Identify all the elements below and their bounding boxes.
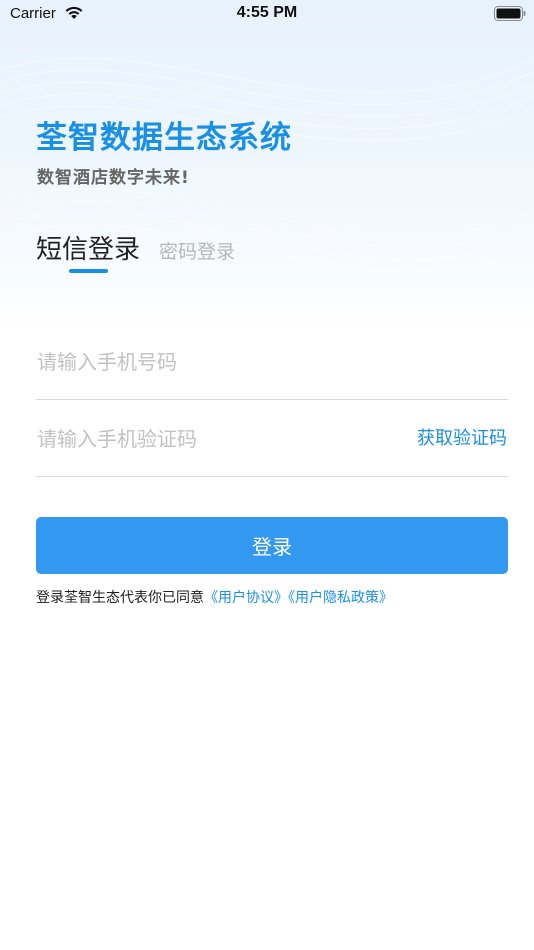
status-bar: Carrier 4:55 PM: [0, 0, 534, 30]
phone-input[interactable]: [36, 342, 510, 382]
agreement-prefix: 登录荃智生态代表你已同意: [36, 590, 204, 606]
battery-icon: [494, 6, 526, 21]
tab-sms-login[interactable]: 短信登录: [36, 232, 140, 268]
login-screen: Carrier 4:55 PM 荃智数据生态系统 数智酒店数字未来! 短信登录 …: [0, 0, 534, 950]
agreement-text: 登录荃智生态代表你已同意《用户协议》《用户隐私政策》: [36, 588, 393, 608]
get-code-button[interactable]: 获取验证码: [417, 427, 507, 451]
privacy-policy-link[interactable]: 《用户隐私政策》: [288, 590, 393, 606]
active-tab-indicator: [69, 269, 108, 273]
app-title: 荃智数据生态系统: [36, 120, 292, 156]
verification-code-input[interactable]: [36, 419, 398, 459]
login-button[interactable]: 登录: [36, 517, 508, 574]
divider: [36, 476, 508, 477]
clock: 4:55 PM: [236, 4, 298, 21]
app-subtitle: 数智酒店数字未来!: [37, 168, 190, 188]
divider: [36, 399, 508, 400]
tab-password-login[interactable]: 密码登录: [159, 240, 235, 264]
user-agreement-link[interactable]: 《用户协议》: [204, 590, 288, 606]
